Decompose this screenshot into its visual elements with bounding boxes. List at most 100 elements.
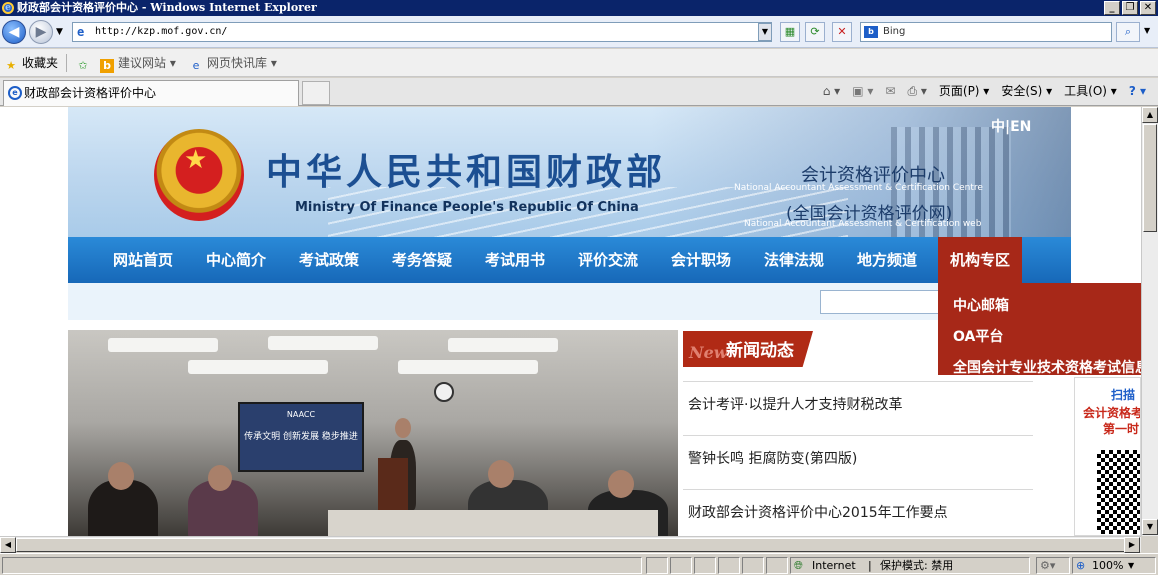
stop-icon[interactable]: ✕ — [832, 22, 852, 42]
status-bar: 🌐︎ Internet | 保护模式: 禁用 ⚙▾ ⊕ 100% ▼ — [0, 553, 1158, 575]
favorites-label: 收藏夹 — [22, 56, 59, 70]
nav-local[interactable]: 地方频道 — [857, 237, 917, 283]
news-new-label: New — [689, 343, 728, 362]
news-divider — [683, 435, 1033, 436]
address-toolbar: ◀ ▶ ▼ e http://kzp.mof.gov.cn/ ▼ ▦ ⟳ ✕ b… — [0, 16, 1158, 48]
sub-bar — [68, 283, 1071, 320]
bing-icon: b — [100, 59, 114, 73]
vertical-scroll-thumb[interactable] — [1143, 124, 1157, 232]
web-slice-label: 网页快讯库 ▾ — [207, 56, 277, 70]
window-title: 财政部会计资格评价中心 - Windows Internet Explorer — [17, 1, 317, 14]
ministry-name-cn: 中华人民共和国财政部 — [266, 151, 667, 193]
zoom-chevron-icon: ▼ — [1128, 561, 1135, 570]
nav-about[interactable]: 中心简介 — [206, 237, 266, 283]
zone-label: Internet — [812, 559, 856, 572]
tab-page-icon: e — [8, 86, 22, 100]
tab-label: 财政部会计资格评价中心 — [24, 86, 157, 100]
divider: | — [868, 559, 872, 572]
site-header-banner: ★ 中华人民共和国财政部 Ministry Of Finance People'… — [68, 107, 1071, 237]
language-switch[interactable]: 中|EN — [991, 116, 1031, 136]
site-name-en: National Accountant Assessment & Certifi… — [744, 219, 982, 229]
favorites-button[interactable]: ★ 收藏夹 — [4, 55, 58, 73]
suggested-sites-label: 建议网站 ▾ — [118, 56, 176, 70]
safety-menu-button[interactable]: 安全(S) ▾ — [1001, 82, 1052, 100]
site-search-input[interactable] — [820, 290, 940, 314]
menu-item-mailbox[interactable]: 中心邮箱 — [953, 295, 1009, 315]
news-title: 新闻动态 — [726, 341, 794, 361]
search-placeholder: Bing — [883, 26, 906, 37]
refresh-icon[interactable]: ⟳ — [805, 22, 825, 42]
ie-logo-icon: e — [2, 2, 14, 14]
news-header: New 新闻动态 — [683, 331, 813, 367]
qr-panel: 扫描 会计资格考 第一时 — [1074, 377, 1141, 536]
internet-zone-icon: 🌐︎ — [794, 559, 803, 572]
zoom-level: 100% — [1092, 559, 1124, 572]
scroll-left-button[interactable]: ◀ — [0, 537, 16, 553]
url-dropdown-button[interactable]: ▼ — [758, 23, 772, 41]
restore-button[interactable]: ❐ — [1122, 1, 1138, 15]
menu-item-oa[interactable]: OA平台 — [953, 326, 1003, 346]
feeds-icon[interactable]: ▣ ▾ — [852, 82, 873, 100]
news-divider — [683, 381, 1033, 382]
scrollbar-corner — [1141, 536, 1158, 552]
compatibility-view-icon[interactable]: ▦ — [780, 22, 800, 42]
print-icon[interactable]: ⎙ ▾ — [907, 82, 926, 100]
horizontal-scrollbar[interactable]: ◀ ▶ — [0, 536, 1141, 553]
read-mail-icon[interactable]: ✉ — [885, 82, 895, 100]
news-photo[interactable]: NAACC 传承文明 创新发展 稳步推进 — [68, 330, 678, 536]
news-item[interactable]: 会计考评·以提升人才支持财税改革 — [688, 394, 902, 414]
nav-exam-policy[interactable]: 考试政策 — [299, 237, 359, 283]
window-titlebar: e 财政部会计资格评价中心 - Windows Internet Explore… — [0, 0, 1158, 16]
nav-exam-faq[interactable]: 考务答疑 — [392, 237, 452, 283]
favorites-bar: ★ 收藏夹 ✩ b 建议网站 ▾ e 网页快讯库 ▾ — [0, 49, 1158, 77]
minimize-button[interactable]: _ — [1104, 1, 1120, 15]
scroll-down-button[interactable]: ▼ — [1142, 519, 1158, 535]
national-emblem-icon: ★ — [154, 129, 244, 221]
search-icon[interactable]: ⌕ — [1116, 22, 1140, 42]
security-icon: ⚙▾ — [1040, 559, 1056, 572]
menu-item-exam-info[interactable]: 全国会计专业技术资格考试信息 — [953, 357, 1141, 377]
news-item[interactable]: 财政部会计资格评价中心2015年工作要点 — [688, 502, 948, 522]
add-star-icon: ✩ — [78, 59, 88, 72]
qr-text-line2: 第一时 — [1103, 422, 1140, 436]
help-icon[interactable]: ? ▾ — [1129, 82, 1146, 100]
window-controls: _ ❐ ✕ — [1104, 1, 1156, 15]
new-tab-button[interactable] — [302, 81, 330, 105]
nav-accounting-jobs[interactable]: 会计职场 — [671, 237, 731, 283]
page-menu-button[interactable]: 页面(P) ▾ — [939, 82, 989, 100]
tools-menu-button[interactable]: 工具(O) ▾ — [1064, 82, 1117, 100]
divider — [66, 54, 67, 72]
wall-clock-icon — [434, 382, 454, 402]
scroll-right-button[interactable]: ▶ — [1124, 537, 1140, 553]
bing-logo-icon: b — [864, 26, 878, 38]
add-favorite-button[interactable]: ✩ — [76, 55, 94, 73]
url-input[interactable]: e http://kzp.mof.gov.cn/ — [72, 22, 772, 42]
web-slice-gallery-button[interactable]: e 网页快讯库 ▾ — [189, 55, 277, 73]
news-item[interactable]: 警钟长鸣 拒腐防变(第四版) — [688, 448, 857, 468]
status-message-cell — [2, 557, 642, 574]
nav-institution[interactable]: 机构专区 — [938, 237, 1023, 283]
qr-code-image[interactable] — [1097, 450, 1140, 534]
nav-laws[interactable]: 法律法规 — [764, 237, 824, 283]
nav-home[interactable]: 网站首页 — [113, 237, 173, 283]
page-icon: e — [77, 25, 85, 39]
recent-pages-chevron-icon[interactable]: ▼ — [56, 27, 63, 37]
scroll-up-button[interactable]: ▲ — [1142, 107, 1158, 123]
zoom-icon: ⊕ — [1076, 559, 1086, 572]
search-options-chevron-icon[interactable]: ▼ — [1144, 26, 1150, 35]
nav-exam-books[interactable]: 考试用书 — [485, 237, 545, 283]
search-input[interactable]: b Bing — [860, 22, 1112, 42]
horizontal-scroll-thumb[interactable] — [16, 538, 1128, 552]
tab-current[interactable]: e 财政部会计资格评价中心 — [3, 80, 299, 106]
back-button[interactable]: ◀ — [2, 20, 26, 44]
forward-button[interactable]: ▶ — [29, 20, 53, 44]
nav-evaluation[interactable]: 评价交流 — [578, 237, 638, 283]
ministry-name-en: Ministry Of Finance People's Republic Of… — [295, 200, 639, 215]
close-button[interactable]: ✕ — [1140, 1, 1156, 15]
suggested-sites-button[interactable]: b 建议网站 ▾ — [100, 55, 176, 73]
command-bar: ⌂ ▾ ▣ ▾ ✉ ⎙ ▾ 页面(P) ▾ 安全(S) ▾ 工具(O) ▾ ? … — [823, 82, 1146, 100]
vertical-scrollbar[interactable]: ▲ ▼ — [1141, 107, 1158, 536]
home-icon[interactable]: ⌂ ▾ — [823, 82, 840, 100]
news-divider — [683, 489, 1033, 490]
star-icon: ★ — [6, 59, 16, 72]
